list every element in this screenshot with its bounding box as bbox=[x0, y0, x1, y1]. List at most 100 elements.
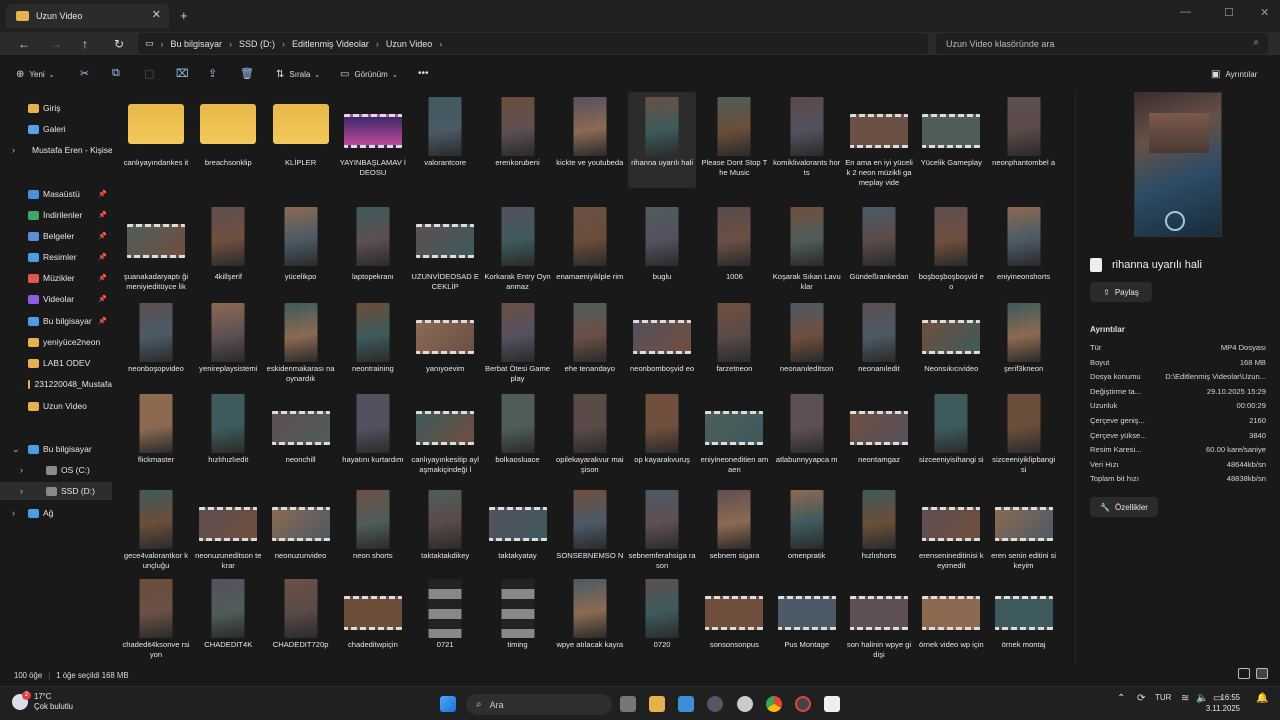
file-item[interactable]: Korkarak Entry Oynanmaz bbox=[484, 202, 552, 298]
file-item[interactable]: wpye atılacak kayra bbox=[556, 574, 624, 664]
file-item[interactable]: omenpratik bbox=[773, 485, 841, 581]
cut-icon[interactable]: ✂ bbox=[80, 67, 89, 80]
sidebar-item[interactable]: › Mustafa Eren - Kişisel bbox=[0, 141, 112, 159]
pin-icon[interactable]: 📌 bbox=[98, 295, 107, 303]
file-item[interactable]: 1006 bbox=[700, 202, 768, 298]
file-item[interactable]: taktaktakdikey bbox=[411, 485, 479, 581]
file-item[interactable]: sebnem sigara bbox=[700, 485, 768, 581]
pin-icon[interactable]: 📌 bbox=[98, 317, 107, 325]
file-item[interactable]: UZUNVİDEOSAD ECEKLİP bbox=[411, 202, 479, 298]
file-item[interactable]: SONSEBNEMSO N bbox=[556, 485, 624, 581]
share-button[interactable]: ⇪ Paylaş bbox=[1090, 282, 1152, 302]
file-item[interactable]: laptopekranı bbox=[339, 202, 407, 298]
breadcrumb-item[interactable]: Bu bilgisayar bbox=[164, 39, 230, 49]
file-item[interactable]: yenireplaysistemi bbox=[194, 298, 262, 394]
file-item[interactable]: atlabunnyyapca m bbox=[773, 389, 841, 485]
sync-icon[interactable]: ⟳ bbox=[1137, 693, 1145, 704]
file-item[interactable]: sizceeniyiklipbangi si bbox=[990, 389, 1058, 485]
file-item[interactable]: neon shorts bbox=[339, 485, 407, 581]
file-item[interactable]: son halinin wpye gidişi bbox=[845, 574, 913, 664]
chevron-up-icon[interactable]: ⌃ bbox=[1117, 693, 1125, 704]
file-item[interactable]: Neonsıkıcıvideo bbox=[917, 298, 985, 394]
file-item[interactable]: neonuzuneditson tekrar bbox=[194, 485, 262, 581]
file-item[interactable]: canlıyayınkesitip aylaşmakiçindeği l bbox=[411, 389, 479, 485]
file-item[interactable]: neonchill bbox=[267, 389, 335, 485]
file-item[interactable]: neontraining bbox=[339, 298, 407, 394]
start-menu-icon[interactable] bbox=[440, 696, 456, 712]
expand-arrow-icon[interactable]: › bbox=[12, 508, 15, 518]
file-item[interactable]: boşboşboşboşvid eo bbox=[917, 202, 985, 298]
file-item[interactable]: kickte ve youtubeda bbox=[556, 92, 624, 188]
file-item[interactable]: Pus Montage bbox=[773, 574, 841, 664]
expand-arrow-icon[interactable]: › bbox=[12, 145, 15, 155]
file-item[interactable]: Koşarak Sıkan Lavuklar bbox=[773, 202, 841, 298]
sidebar-item[interactable]: ⌄ Bu bilgisayar bbox=[0, 440, 112, 458]
weather-widget[interactable]: 2 17°C Çok bulutlu bbox=[12, 691, 73, 712]
details-view-icon[interactable] bbox=[1238, 668, 1250, 679]
file-item[interactable]: chadeditwpiçin bbox=[339, 574, 407, 664]
file-item[interactable]: 0721 bbox=[411, 574, 479, 664]
file-item[interactable]: rihanna uyarılı hali bbox=[628, 92, 697, 188]
file-item[interactable]: sonsonsonpus bbox=[700, 574, 768, 664]
file-item[interactable]: taktakyatay bbox=[484, 485, 552, 581]
steam-icon[interactable] bbox=[707, 696, 723, 712]
photos-icon[interactable] bbox=[678, 696, 694, 712]
file-item[interactable]: neonuzunvideo bbox=[267, 485, 335, 581]
file-item[interactable]: eniyineoneditien amaen bbox=[700, 389, 768, 485]
file-item[interactable]: hızlıhızlıedit bbox=[194, 389, 262, 485]
file-item[interactable]: buglu bbox=[628, 202, 696, 298]
file-item[interactable]: flickmaster bbox=[122, 389, 190, 485]
taskbar-search[interactable]: ⌕ Ara bbox=[466, 694, 612, 715]
details-pane-button[interactable]: ▣ Ayrıntılar bbox=[1211, 69, 1257, 80]
properties-button[interactable]: 🔧 Özellikler bbox=[1090, 497, 1158, 517]
forward-arrow-icon[interactable]: → bbox=[50, 37, 62, 51]
expand-arrow-icon[interactable]: › bbox=[20, 465, 23, 475]
file-item[interactable]: örnek montaj bbox=[990, 574, 1058, 664]
file-item[interactable]: chadedit4ksonve rsiyon bbox=[122, 574, 190, 664]
view-button[interactable]: ▭ Görünüm ⌄ bbox=[340, 69, 398, 80]
sidebar-item[interactable]: yeniyüce2neon bbox=[0, 333, 112, 351]
search-icon[interactable]: ⌕ bbox=[1253, 37, 1259, 48]
more-options-button[interactable]: ••• bbox=[418, 68, 429, 79]
file-item[interactable]: neonphantombel a bbox=[990, 92, 1058, 188]
file-item[interactable]: opilekayarakvur maişison bbox=[556, 389, 624, 485]
file-item[interactable]: erenkorubeni bbox=[484, 92, 552, 188]
pin-icon[interactable]: 📌 bbox=[98, 190, 107, 198]
pin-icon[interactable]: 📌 bbox=[98, 232, 107, 240]
sidebar-item[interactable]: › SSD (D:) bbox=[0, 482, 112, 500]
share-icon[interactable]: ⇪ bbox=[208, 67, 217, 80]
sidebar-item[interactable]: Galeri bbox=[0, 120, 112, 138]
clock[interactable]: 16:55 3.11.2025 bbox=[1206, 692, 1240, 714]
language-indicator[interactable]: TUR bbox=[1155, 693, 1171, 702]
tiles-view-icon[interactable] bbox=[1256, 668, 1268, 679]
capcut-icon[interactable] bbox=[824, 696, 840, 712]
sidebar-item[interactable]: LAB1 ODEV bbox=[0, 354, 112, 372]
sort-button[interactable]: ⇅ Sırala ⌄ bbox=[276, 69, 320, 80]
sidebar-item[interactable]: 231220048_Mustafa bbox=[0, 375, 112, 393]
file-item[interactable]: timing bbox=[484, 574, 552, 664]
delete-icon[interactable]: 🗑 bbox=[240, 67, 254, 80]
file-item[interactable]: Berbat Ötesi Gameplay bbox=[484, 298, 552, 394]
file-item[interactable]: neonanıledit bbox=[845, 298, 913, 394]
breadcrumb-item[interactable]: Uzun Video bbox=[379, 39, 439, 49]
sidebar-item[interactable]: Belgeler 📌 bbox=[0, 227, 112, 245]
sidebar-item[interactable]: › OS (C:) bbox=[0, 461, 112, 479]
file-item[interactable]: enamaeniyiklple rim bbox=[556, 202, 624, 298]
sidebar-item[interactable]: İndirilenler 📌 bbox=[0, 206, 112, 224]
file-explorer-icon[interactable] bbox=[649, 696, 665, 712]
file-item[interactable]: komiklivalorants horts bbox=[773, 92, 841, 188]
file-item[interactable]: valorantcore bbox=[411, 92, 479, 188]
sidebar-item[interactable]: Bu bilgisayar 📌 bbox=[0, 312, 112, 330]
file-item[interactable]: eren senin editini sikeyim bbox=[990, 485, 1058, 581]
sidebar-item[interactable]: Müzikler 📌 bbox=[0, 269, 112, 287]
file-item[interactable]: breachsonklip bbox=[194, 92, 262, 188]
file-item[interactable]: neonbomboşvid eo bbox=[628, 298, 696, 394]
valorant-app-icon[interactable] bbox=[795, 696, 811, 712]
up-arrow-icon[interactable]: ↑ bbox=[82, 37, 88, 51]
file-item[interactable]: yücelikpo bbox=[267, 202, 335, 298]
minimize-button[interactable]: — bbox=[1180, 6, 1191, 18]
file-item[interactable]: En ama en iyi yücelik 2 neon müzikli gam… bbox=[845, 92, 913, 188]
file-item[interactable]: örnek video wp için bbox=[917, 574, 985, 664]
paste-icon[interactable]: ▢ bbox=[144, 67, 154, 80]
file-item[interactable]: erensenineditinisi keyimedit bbox=[917, 485, 985, 581]
